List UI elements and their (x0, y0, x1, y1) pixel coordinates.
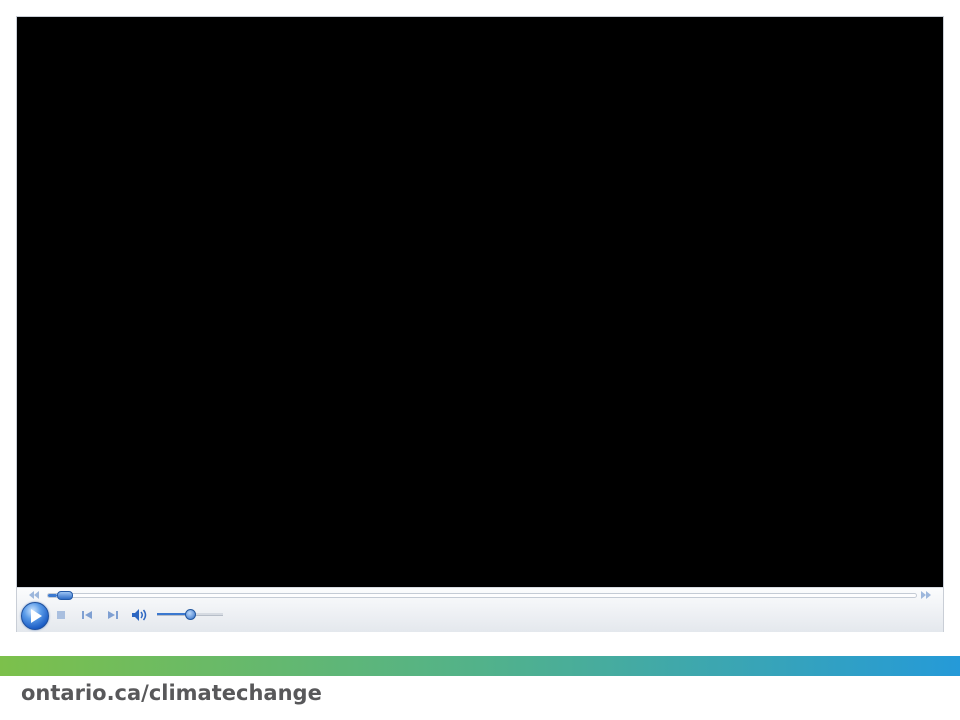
play-icon (31, 609, 42, 623)
next-track-icon (108, 611, 118, 619)
slide-page: ontario.ca/climatechange (0, 0, 960, 720)
transport-controls (17, 601, 943, 631)
seek-row (17, 590, 943, 600)
mute-button[interactable] (131, 609, 149, 621)
footer-gradient-bar (0, 656, 960, 676)
seek-thumb[interactable] (56, 591, 73, 600)
previous-track-button[interactable] (81, 609, 93, 621)
play-button[interactable] (21, 602, 49, 630)
footer-url-text: ontario.ca/climatechange (21, 681, 322, 705)
fast-forward-icon[interactable] (921, 591, 931, 599)
volume-thumb[interactable] (184, 609, 196, 620)
volume-slider[interactable] (157, 609, 223, 620)
seek-bar[interactable] (47, 591, 917, 600)
player-control-bar (17, 587, 943, 632)
video-display[interactable] (17, 17, 943, 587)
seek-progress-fill (48, 594, 57, 597)
rewind-icon[interactable] (29, 591, 39, 599)
stop-button[interactable] (56, 609, 66, 621)
stop-icon (57, 611, 65, 619)
previous-track-icon (82, 611, 92, 619)
media-player (16, 16, 944, 632)
next-track-button[interactable] (107, 609, 119, 621)
speaker-icon (132, 609, 147, 621)
